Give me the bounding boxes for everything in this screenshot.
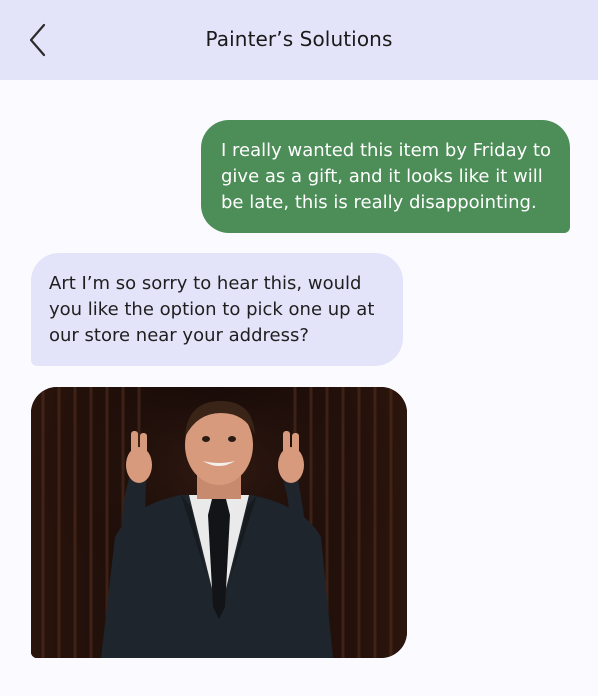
chat-title: Painter’s Solutions: [205, 27, 393, 51]
gif-message[interactable]: [31, 387, 407, 658]
outgoing-message-bubble: I really wanted this item by Friday to g…: [201, 120, 570, 233]
incoming-message-bubble: Art I’m so sorry to hear this, would you…: [31, 253, 403, 366]
gif-image: [31, 387, 407, 658]
chat-header: Painter’s Solutions: [0, 0, 598, 80]
